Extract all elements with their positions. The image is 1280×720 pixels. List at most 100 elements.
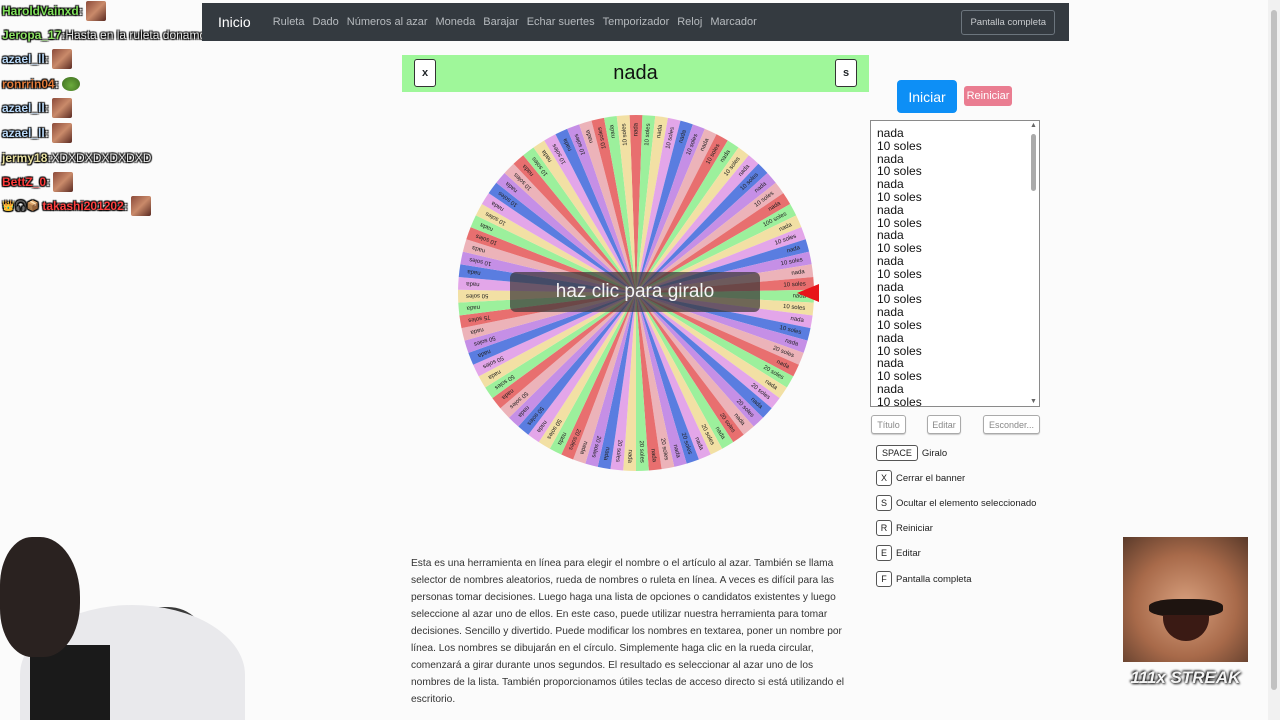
chat-separator: : <box>78 4 83 18</box>
fullscreen-button[interactable]: Pantalla completa <box>961 10 1055 35</box>
streak-counter: 111x STREAK <box>1130 668 1241 687</box>
emote-mouth-shape <box>1163 615 1209 641</box>
chat-username: Jeropa_17 <box>2 28 62 42</box>
wheel-segment-label: nada <box>634 122 640 136</box>
window-scrollbar-thumb[interactable] <box>1271 10 1277 690</box>
names-scrollbar-thumb[interactable] <box>1031 134 1036 191</box>
chat-username: HaroldVainxd <box>2 4 79 18</box>
title-button[interactable]: Título <box>871 415 906 434</box>
shortcut-row: R Reiniciar <box>876 520 933 536</box>
frog-emote-icon <box>61 77 80 91</box>
reset-button[interactable]: Reiniciar <box>964 86 1012 106</box>
chat-message: 👑🎧📦 takashi201202: <box>2 196 151 216</box>
chat-message: azael_ll: <box>2 98 72 118</box>
edit-button[interactable]: Editar <box>927 415 961 434</box>
shortcut-row: E Editar <box>876 545 921 561</box>
shortcut-row: X Cerrar el banner <box>876 470 965 486</box>
chat-separator: : <box>123 199 128 213</box>
names-scrollbar[interactable]: ▲ ▼ <box>1029 122 1038 405</box>
wheel-segment-label: 20 soles <box>638 440 645 463</box>
names-list: nada 10 soles nada 10 soles nada 10 soles nada… <box>871 121 1039 407</box>
face-emote-icon <box>53 172 74 192</box>
chat-username: azael_ll <box>2 126 45 140</box>
start-button[interactable]: Iniciar <box>897 80 957 113</box>
window-scrollbar[interactable] <box>1268 0 1280 720</box>
chat-message: azael_ll: <box>2 49 72 69</box>
nav-link[interactable]: Barajar <box>483 16 518 28</box>
chat-message: azael_ll: <box>2 123 72 143</box>
shortcut-label: Pantalla completa <box>896 573 972 585</box>
shortcut-label: Ocultar el elemento seleccionado <box>896 497 1037 509</box>
person-head-shape <box>0 537 80 657</box>
shortcut-label: Reiniciar <box>896 522 933 534</box>
wheel-pointer-icon <box>797 284 819 302</box>
names-line: nada <box>877 381 904 396</box>
names-line: nada <box>877 126 904 140</box>
chat-separator: : <box>54 77 59 91</box>
nav-link[interactable]: Reloj <box>677 16 702 28</box>
chat-username: takashi201202 <box>42 199 124 213</box>
scroll-up-icon[interactable]: ▲ <box>1030 122 1037 129</box>
names-line: 10 soles <box>877 138 922 153</box>
chat-message: Jeropa_17: Hasta en la ruleta donamos <box>2 25 212 45</box>
chat-text: Hasta en la ruleta donamos <box>65 28 213 42</box>
nav-link[interactable]: Echar suertes <box>527 16 595 28</box>
wheel-segment-label: nada <box>465 280 479 287</box>
wheel-segment-label: nada <box>626 449 633 463</box>
chat-message: jermy18: XDXDXDXDXDXD <box>2 148 151 168</box>
face-emote-icon <box>130 196 151 216</box>
shortcut-key: E <box>876 545 892 561</box>
names-line: nada <box>877 202 904 217</box>
nav-link[interactable]: Moneda <box>435 16 475 28</box>
shortcut-label: Cerrar el banner <box>896 472 966 484</box>
chat-username: ronrrin04 <box>2 77 55 91</box>
names-line: nada <box>877 253 904 268</box>
shortcut-key: X <box>876 470 892 486</box>
chat-separator: : <box>46 175 51 189</box>
shortcut-key: R <box>876 520 892 536</box>
shortcut-row: SPACE Giralo <box>876 445 947 461</box>
hide-selected-button[interactable]: s <box>835 59 857 87</box>
scroll-down-icon[interactable]: ▼ <box>1030 398 1037 405</box>
streak-emote-image <box>1123 537 1248 662</box>
close-banner-button[interactable]: x <box>414 59 436 87</box>
chat-message: ronrrin04: <box>2 74 80 94</box>
face-emote-icon <box>85 1 106 21</box>
shortcut-key: F <box>876 571 892 587</box>
nav-link[interactable]: Ruleta <box>273 16 305 28</box>
names-textarea[interactable]: nada 10 soles nada 10 soles nada 10 soles nada… <box>870 120 1040 407</box>
names-line: nada <box>877 330 904 345</box>
shortcut-label: Editar <box>896 547 921 559</box>
nav-link[interactable]: Números al azar <box>347 16 428 28</box>
shortcut-key: S <box>876 495 892 511</box>
chat-badges-icon: 👑🎧📦 <box>2 200 40 212</box>
chat-message: HaroldVainxd: <box>2 1 106 21</box>
nav-link[interactable]: Dado <box>312 16 338 28</box>
nav-link[interactable]: Temporizador <box>603 16 670 28</box>
hide-button[interactable]: Esconder... <box>983 415 1040 434</box>
chat-separator: : <box>44 52 49 66</box>
banner-title: nada <box>613 62 658 84</box>
chat-text: XDXDXDXDXDXD <box>51 151 152 165</box>
face-emote-icon <box>51 98 72 118</box>
nav-link[interactable]: Marcador <box>710 16 756 28</box>
description-text: Esta es una herramienta en línea para el… <box>411 558 845 705</box>
nav-links: Ruleta Dado Números al azar Moneda Barajar Ec… <box>273 16 765 28</box>
names-line: 10 soles <box>877 189 922 204</box>
chat-username: azael_ll <box>2 52 45 66</box>
wheel-segment-label: 50 soles <box>466 292 488 298</box>
shortcut-row: S Ocultar el elemento seleccionado <box>876 495 1036 511</box>
names-line: 10 soles <box>877 317 922 332</box>
names-line: 10 soles <box>877 266 922 281</box>
chat-separator: : <box>44 126 49 140</box>
shortcut-row: F Pantalla completa <box>876 571 972 587</box>
chat-username: jermy18 <box>2 151 48 165</box>
face-emote-icon <box>51 123 72 143</box>
chat-username: BettZ_0 <box>2 175 47 189</box>
nav-brand[interactable]: Inicio <box>218 14 251 30</box>
names-line: 10 soles <box>877 394 922 407</box>
webcam-overlay <box>0 535 245 720</box>
wheel-segment-label: nada <box>466 304 480 311</box>
spin-label[interactable]: haz clic para giralo <box>510 272 760 312</box>
shortcut-label: Giralo <box>921 447 948 459</box>
